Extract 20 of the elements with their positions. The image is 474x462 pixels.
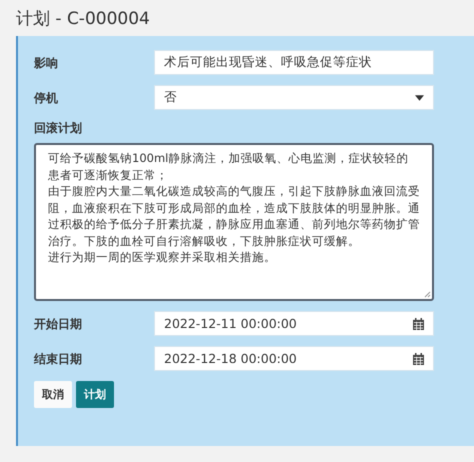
- calendar-icon: [413, 318, 424, 330]
- field-label: 回滚计划: [34, 120, 83, 137]
- date-field[interactable]: 2022-12-18 00:00:00: [154, 346, 434, 371]
- field-label: 影响: [34, 55, 59, 72]
- caret-icon: [415, 94, 424, 100]
- resize-grip-icon[interactable]: [423, 290, 431, 298]
- textarea-field[interactable]: 可给予碳酸氢钠100ml静脉滴注，加强吸氧、心电监测，症状较轻的患者可逐渐恢复正常； 由于腹腔内大量二氧化碳造成较高的气腹压，引起下肢静脉血液回流受阻，血液瘀积在下肢可形成局部的血栓，造成下肢肢体的明显肿胀。通过积极的给予低分子肝素抗凝，静脉应用血塞通、前列地尔等药物扩管治疗。下肢的血栓可自行溶解吸收，下肢肿胀症状可缓解。 进行为期一周的医学观察并采取相关措施。: [34, 143, 434, 301]
- field-label: 结束日期: [34, 351, 83, 368]
- dropdown-field[interactable]: 否: [154, 85, 434, 110]
- paragraph: 可给予碳酸氢钠100ml静脉滴注，加强吸氧、心电监测，症状较轻的患者可逐渐恢复正常；: [48, 150, 410, 183]
- field-label: 停机: [34, 90, 59, 107]
- paragraph: 进行为期一周的医学观察并采取相关措施。: [48, 249, 276, 266]
- dialog-title: 计划 - C-000004: [15, 8, 151, 31]
- cancel-button[interactable]: 取消: [34, 381, 72, 408]
- field-label: 开始日期: [34, 316, 83, 333]
- date-field[interactable]: 2022-12-11 00:00:00: [154, 311, 434, 336]
- text-field[interactable]: 术后可能出现昏迷、呼吸急促等症状: [154, 50, 434, 75]
- plan-button[interactable]: 计划: [76, 381, 114, 408]
- paragraph: 由于腹腔内大量二氧化碳造成较高的气腹压，引起下肢静脉血液回流受阻，血液瘀积在下肢可形成局部的血栓，造成下肢肢体的明显肿胀。通过积极的给予低分子肝素抗凝，静脉应用血塞通、前列地尔等药物扩管治疗。下肢的血栓可自行溶解吸收，下肢肿胀症状可缓解。: [48, 183, 420, 249]
- calendar-icon: [413, 352, 424, 364]
